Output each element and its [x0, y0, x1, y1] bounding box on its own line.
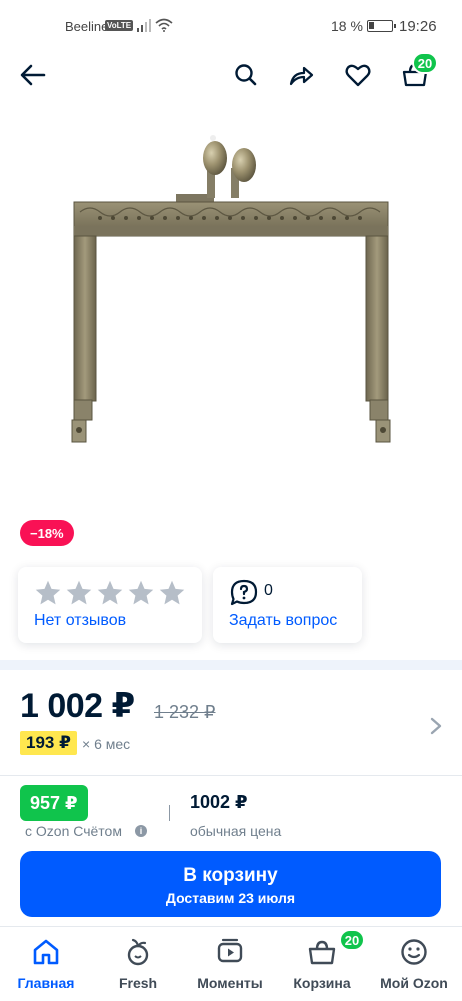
heart-icon — [345, 64, 371, 87]
nav-home[interactable]: Главная — [0, 927, 92, 1001]
nav-my-ozon-label: Мой Ozon — [380, 975, 448, 991]
home-icon — [33, 939, 59, 965]
star-icon — [97, 580, 123, 605]
search-icon — [235, 64, 257, 86]
nav-my-ozon[interactable]: Мой Ozon — [368, 927, 460, 1001]
ask-question-link[interactable]: Задать вопрос — [229, 612, 337, 630]
star-icon — [159, 580, 185, 605]
share-icon — [289, 66, 314, 86]
cart-count-badge: 20 — [412, 52, 438, 74]
back-button[interactable] — [18, 60, 48, 90]
no-reviews-link[interactable]: Нет отзывов — [34, 612, 126, 630]
fresh-icon — [127, 938, 149, 966]
product-image[interactable] — [0, 108, 462, 508]
nav-fresh[interactable]: Fresh — [92, 927, 184, 1001]
favorite-button[interactable] — [343, 60, 373, 90]
battery-percent: 18 % — [331, 18, 363, 34]
reviews-card[interactable]: Нет отзывов — [18, 567, 202, 643]
nav-moments[interactable]: Моменты — [184, 927, 276, 1001]
star-icon — [35, 580, 61, 605]
regular-price-label: обычная цена — [190, 823, 282, 839]
share-button[interactable] — [286, 60, 316, 90]
nav-fresh-label: Fresh — [118, 975, 158, 991]
nav-cart-badge: 20 — [339, 929, 365, 951]
star-icon — [66, 580, 92, 605]
installment-amount[interactable]: 193 ₽ — [20, 731, 77, 755]
smile-icon — [401, 939, 427, 965]
add-to-cart-button[interactable]: В корзину Доставим 23 июля — [20, 851, 441, 917]
add-to-cart-label: В корзину — [183, 865, 278, 886]
chevron-right-icon[interactable] — [428, 716, 444, 736]
battery-icon — [367, 20, 396, 32]
wifi-icon — [155, 18, 173, 32]
arrow-left-icon — [20, 64, 46, 86]
price-separator — [169, 805, 170, 821]
star-icon — [128, 580, 154, 605]
clock: 19:26 — [399, 18, 437, 35]
nav-cart-label: Корзина — [293, 975, 351, 991]
delivery-date: Доставим 23 июля — [165, 890, 296, 906]
video-icon — [217, 938, 243, 963]
basket-icon — [308, 940, 336, 965]
rating-stars — [34, 579, 186, 607]
bottom-navigation: Главная Fresh Моменты Корзина Мой Ozon — [0, 926, 462, 1000]
current-price: 1 002 ₽ — [20, 687, 135, 725]
discount-badge: −18% — [20, 520, 74, 546]
purse-frame-image — [71, 135, 391, 443]
regular-price: 1002 ₽ — [190, 792, 248, 812]
nav-home-label: Главная — [17, 975, 75, 991]
section-divider — [0, 660, 462, 670]
old-price: 1 232 ₽ — [154, 702, 216, 722]
info-icon[interactable]: i — [135, 825, 147, 837]
status-bar: Beeline VoLTE 18 % 19:26 — [0, 0, 462, 52]
ozon-card-label: с Ozon Счётом — [25, 823, 122, 839]
product-toolbar — [0, 52, 462, 98]
search-button[interactable] — [231, 60, 261, 90]
nav-moments-label: Моменты — [197, 975, 263, 991]
signal-icon — [137, 19, 151, 32]
volte-indicator: VoLTE — [105, 20, 134, 31]
questions-card[interactable]: 0 Задать вопрос — [213, 567, 362, 643]
carrier-name: Beeline — [65, 19, 109, 34]
question-bubble-icon — [230, 579, 258, 606]
price-divider — [0, 775, 462, 776]
ozon-card-price[interactable]: 957 ₽ — [20, 785, 88, 821]
questions-count: 0 — [264, 582, 273, 599]
installment-term: × 6 мес — [82, 736, 131, 752]
